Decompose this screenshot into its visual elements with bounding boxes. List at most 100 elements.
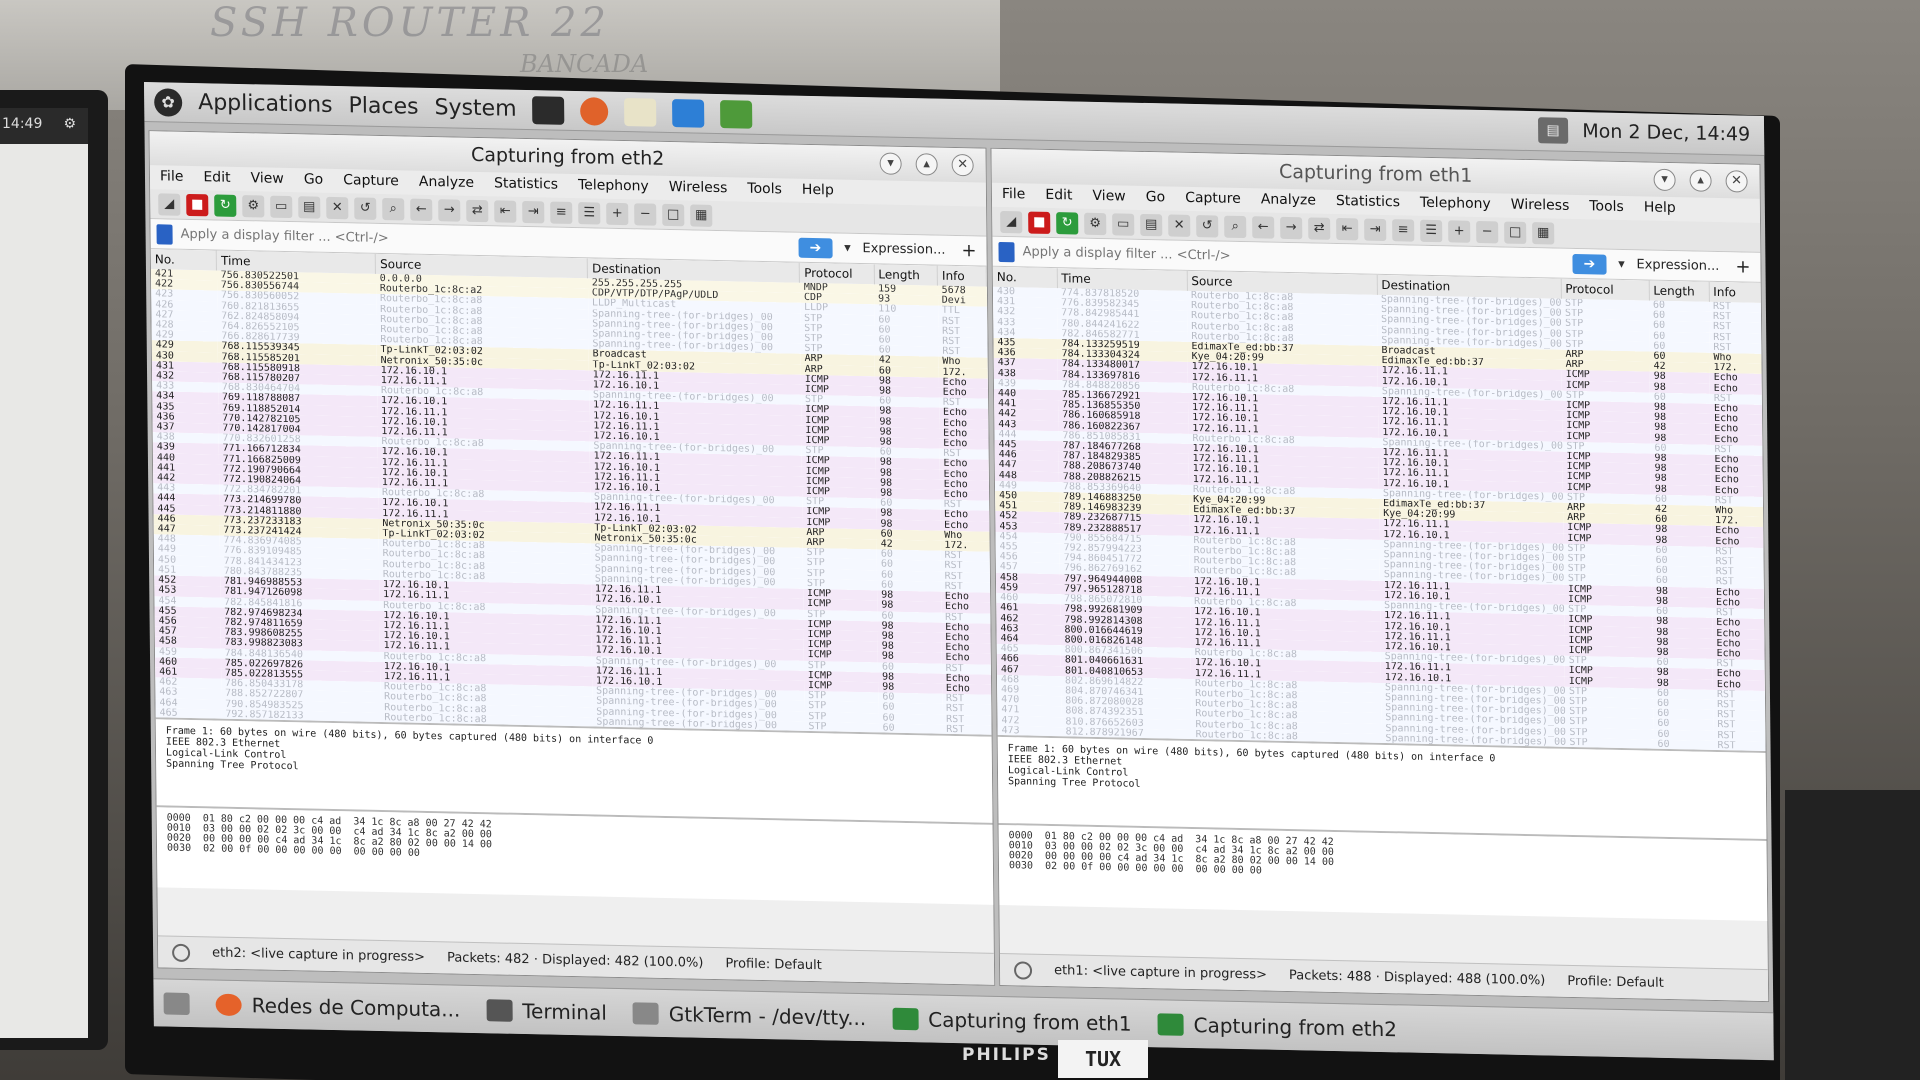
zoom-in-icon[interactable]: + [1448, 219, 1471, 243]
menu-analyze[interactable]: Analyze [1261, 191, 1316, 210]
colorize-icon[interactable]: ☰ [578, 201, 601, 225]
reload-icon[interactable]: ↺ [354, 196, 377, 220]
expression-button[interactable]: Expression... [1636, 257, 1727, 274]
capture-options-icon[interactable]: ⚙ [242, 194, 265, 218]
menu-tools[interactable]: Tools [747, 181, 782, 200]
profile-label[interactable]: Profile: Default [725, 956, 822, 973]
menu-applications[interactable]: Applications [198, 90, 333, 118]
normal-size-icon[interactable]: □ [1504, 221, 1527, 244]
column-no[interactable]: No. [150, 249, 217, 271]
column-info[interactable]: Info [1708, 281, 1761, 303]
filter-dropdown-icon[interactable]: ▾ [840, 237, 854, 259]
taskbar-item-gtkterm[interactable]: GtkTerm - /dev/tty... [632, 1001, 866, 1030]
taskbar-item-browser[interactable]: Redes de Computa... [215, 992, 460, 1021]
menu-wireless[interactable]: Wireless [1511, 197, 1570, 216]
column-info[interactable]: Info [937, 265, 987, 287]
menu-help[interactable]: Help [1644, 199, 1676, 218]
menu-places[interactable]: Places [348, 93, 418, 119]
column-length[interactable]: Length [873, 264, 938, 286]
autoscroll-icon[interactable]: ≡ [1392, 218, 1415, 242]
terminal-launcher-icon[interactable] [532, 95, 565, 125]
open-file-icon[interactable]: ▭ [1112, 212, 1135, 236]
column-no[interactable]: No. [992, 266, 1057, 289]
minimize-button[interactable]: ▾ [879, 152, 902, 175]
close-button[interactable]: ✕ [951, 153, 974, 177]
resize-columns-icon[interactable]: ▦ [1532, 221, 1555, 245]
menu-system[interactable]: System [434, 95, 516, 122]
zoom-out-icon[interactable]: − [634, 202, 657, 226]
stop-capture-icon[interactable]: ■ [186, 193, 209, 216]
last-packet-icon[interactable]: ⇥ [522, 200, 545, 223]
menu-capture[interactable]: Capture [343, 172, 399, 191]
menu-file[interactable]: File [160, 168, 184, 186]
panel-clock[interactable]: Mon 2 Dec, 14:49 [1582, 120, 1750, 146]
normal-size-icon[interactable]: □ [662, 203, 685, 226]
minimize-button[interactable]: ▾ [1653, 168, 1676, 192]
text-editor-launcher-icon[interactable] [624, 97, 657, 127]
menu-telephony[interactable]: Telephony [578, 177, 649, 196]
gnome-foot-icon[interactable]: ✿ [154, 87, 183, 117]
firefox-launcher-icon[interactable] [580, 96, 609, 126]
menu-view[interactable]: View [250, 170, 283, 189]
bookmark-icon[interactable] [998, 241, 1015, 262]
menu-edit[interactable]: Edit [1045, 187, 1072, 206]
menu-tools[interactable]: Tools [1589, 198, 1624, 217]
menu-wireless[interactable]: Wireless [669, 179, 728, 198]
stop-capture-icon[interactable]: ■ [1028, 211, 1051, 234]
zoom-out-icon[interactable]: − [1476, 220, 1499, 243]
colorize-icon[interactable]: ☰ [1420, 219, 1443, 242]
apply-filter-arrow-icon[interactable]: ➔ [798, 237, 833, 258]
autoscroll-icon[interactable]: ≡ [550, 201, 573, 224]
filter-dropdown-icon[interactable]: ▾ [1614, 253, 1628, 275]
menu-statistics[interactable]: Statistics [1336, 193, 1400, 212]
go-to-packet-icon[interactable]: ⇄ [466, 199, 489, 222]
reload-icon[interactable]: ↺ [1196, 214, 1219, 238]
profile-label[interactable]: Profile: Default [1567, 974, 1664, 991]
menu-go[interactable]: Go [304, 171, 324, 189]
column-protocol[interactable]: Protocol [799, 262, 874, 285]
maximize-button[interactable]: ▴ [1689, 169, 1712, 192]
packet-list[interactable]: No. Time Source Destination Protocol Len… [150, 249, 992, 737]
go-to-packet-icon[interactable]: ⇄ [1308, 216, 1331, 240]
go-back-icon[interactable]: ← [1252, 215, 1275, 239]
packet-bytes-pane[interactable]: 0000 01 80 c2 00 00 00 c4 ad 34 1c 8c a8… [156, 807, 994, 905]
network-icon[interactable]: ▤ [1537, 117, 1569, 144]
packet-details-pane[interactable]: Frame 1: 60 bytes on wire (480 bits), 60… [997, 736, 1767, 842]
bookmark-icon[interactable] [156, 223, 173, 245]
open-file-icon[interactable]: ▭ [270, 195, 293, 218]
close-button[interactable]: ✕ [1725, 170, 1748, 193]
apply-filter-arrow-icon[interactable]: ➔ [1572, 253, 1607, 275]
zoom-in-icon[interactable]: + [606, 202, 629, 225]
menu-go[interactable]: Go [1146, 189, 1166, 207]
display-filter-input[interactable] [1022, 244, 1565, 271]
expression-button[interactable]: Expression... [862, 241, 953, 258]
restart-capture-icon[interactable]: ↻ [1056, 211, 1079, 235]
first-packet-icon[interactable]: ⇤ [1336, 217, 1359, 240]
save-file-icon[interactable]: ▤ [1140, 213, 1163, 236]
column-time[interactable]: Time [1056, 268, 1187, 291]
expert-info-icon[interactable] [1013, 960, 1033, 980]
menu-telephony[interactable]: Telephony [1420, 195, 1491, 214]
add-filter-button[interactable]: + [1735, 256, 1760, 278]
close-file-icon[interactable]: ✕ [1168, 213, 1191, 237]
go-forward-icon[interactable]: → [438, 198, 461, 222]
shark-fin-icon[interactable]: ◢ [1000, 210, 1023, 233]
menu-statistics[interactable]: Statistics [494, 175, 558, 194]
menu-view[interactable]: View [1092, 188, 1125, 207]
gtkterm-launcher-icon[interactable] [720, 99, 753, 129]
column-protocol[interactable]: Protocol [1560, 278, 1649, 301]
column-length[interactable]: Length [1648, 280, 1709, 302]
taskbar-item-terminal[interactable]: Terminal [486, 998, 607, 1024]
last-packet-icon[interactable]: ⇥ [1364, 218, 1387, 241]
wireshark-launcher-icon[interactable] [672, 98, 705, 128]
menu-analyze[interactable]: Analyze [419, 174, 474, 193]
taskbar-item-eth1[interactable]: Capturing from eth1 [892, 1006, 1132, 1035]
add-filter-button[interactable]: + [961, 240, 986, 262]
first-packet-icon[interactable]: ⇤ [494, 199, 517, 223]
restart-capture-icon[interactable]: ↻ [214, 193, 237, 217]
menu-capture[interactable]: Capture [1185, 190, 1241, 209]
find-packet-icon[interactable]: ⌕ [1224, 215, 1247, 238]
expert-info-icon[interactable] [172, 943, 191, 962]
maximize-button[interactable]: ▴ [915, 153, 938, 176]
packet-list[interactable]: No. Time Source Destination Protocol Len… [992, 266, 1766, 754]
